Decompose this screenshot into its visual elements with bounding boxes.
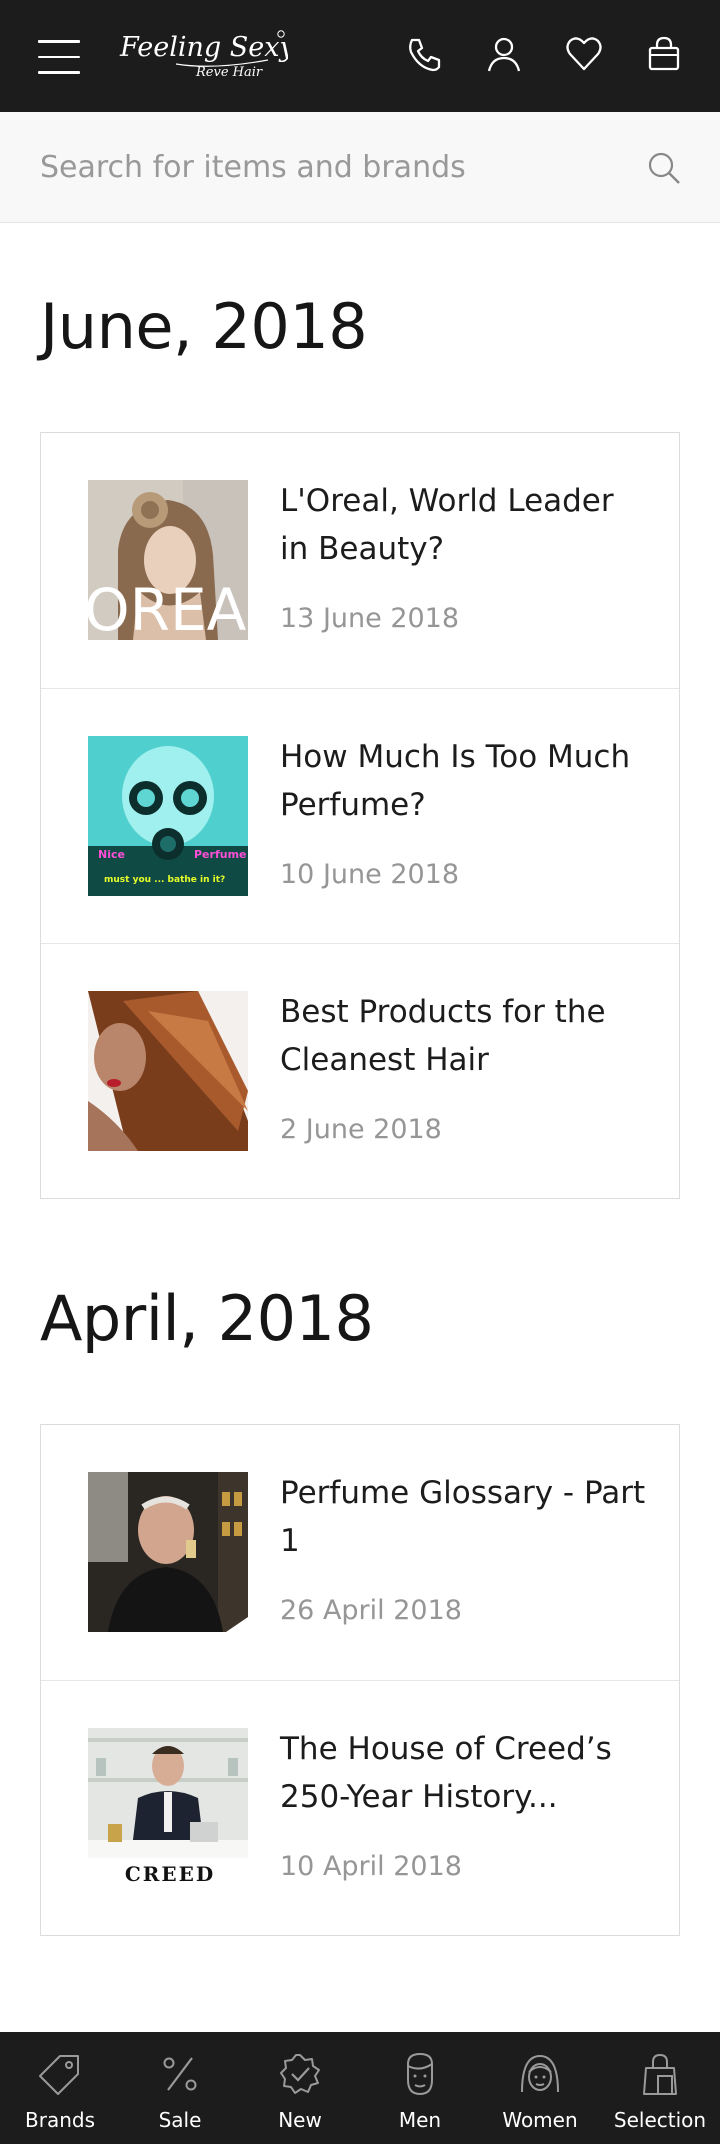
logo-subtext: Reve Hair	[195, 65, 263, 80]
nav-label: Brands	[25, 2108, 95, 2132]
article-item[interactable]: Nice Perfume must you ... bathe in it? H…	[41, 688, 679, 943]
article-title[interactable]: Perfume Glossary - Part 1	[280, 1469, 650, 1565]
nav-label: Women	[502, 2108, 578, 2132]
section-heading-april: April, 2018	[40, 1282, 374, 1355]
article-thumbnail: OREA	[88, 480, 248, 640]
tag-icon	[39, 2055, 79, 2095]
percent-icon	[163, 2057, 197, 2091]
article-date: 10 April 2018	[280, 1851, 462, 1882]
logo-text: Feeling Sexy	[119, 32, 288, 63]
nav-women[interactable]: Women	[480, 2032, 600, 2144]
article-item[interactable]: OREA L'Oreal, World Leader in Beauty? 13…	[41, 433, 679, 688]
image-brand-text: CREED	[125, 1862, 215, 1886]
article-title[interactable]: The House of Creed’s 250-Year History...	[280, 1725, 650, 1821]
article-thumbnail	[88, 991, 248, 1151]
logo[interactable]: Feeling Sexy Reve Hair	[118, 26, 295, 88]
woman-face-icon	[521, 2054, 559, 2093]
article-list-june: OREA L'Oreal, World Leader in Beauty? 13…	[40, 432, 680, 1199]
nav-sale[interactable]: Sale	[120, 2032, 240, 2144]
article-item[interactable]: Best Products for the Cleanest Hair 2 Ju…	[41, 943, 679, 1198]
article-date: 13 June 2018	[280, 603, 460, 634]
nav-new[interactable]: New	[240, 2032, 360, 2144]
heart-icon[interactable]	[564, 34, 604, 74]
image-text-right: Perfume	[194, 848, 247, 861]
nav-label: Sale	[158, 2108, 202, 2132]
bottom-nav: Brands Sale New Men Women Selection	[0, 2032, 720, 2144]
top-bar: Feeling Sexy Reve Hair	[0, 0, 720, 112]
user-icon[interactable]	[484, 34, 524, 74]
phone-icon[interactable]	[404, 34, 444, 74]
man-face-icon	[407, 2052, 433, 2096]
nav-label: Men	[398, 2108, 442, 2132]
image-caption: must you ... bathe in it?	[104, 875, 225, 885]
article-item[interactable]: Perfume Glossary - Part 1 26 April 2018	[41, 1425, 679, 1680]
shopping-bag-icon	[643, 2053, 677, 2095]
article-thumbnail: Nice Perfume must you ... bathe in it?	[88, 736, 248, 896]
nav-selection[interactable]: Selection	[600, 2032, 720, 2144]
nav-men[interactable]: Men	[360, 2032, 480, 2144]
article-item[interactable]: CREED The House of Creed’s 250-Year Hist…	[41, 1680, 679, 1935]
badge-check-icon	[280, 2054, 320, 2094]
nav-label: Selection	[613, 2108, 707, 2132]
nav-label: New	[278, 2108, 322, 2132]
search-bar	[0, 112, 720, 223]
article-date: 10 June 2018	[280, 859, 460, 890]
section-heading-june: June, 2018	[40, 290, 368, 363]
article-title[interactable]: How Much Is Too Much Perfume?	[280, 733, 650, 829]
search-input[interactable]	[40, 142, 620, 192]
search-icon[interactable]	[644, 148, 684, 188]
nav-brands[interactable]: Brands	[0, 2032, 120, 2144]
article-date: 2 June 2018	[280, 1114, 442, 1145]
menu-icon[interactable]	[38, 40, 80, 76]
article-date: 26 April 2018	[280, 1595, 462, 1626]
article-thumbnail: CREED	[88, 1728, 248, 1888]
image-text-left: Nice	[98, 848, 125, 861]
article-title[interactable]: L'Oreal, World Leader in Beauty?	[280, 477, 650, 573]
article-thumbnail	[88, 1472, 248, 1632]
article-list-april: Perfume Glossary - Part 1 26 April 2018 …	[40, 1424, 680, 1936]
bag-icon[interactable]	[644, 34, 684, 74]
image-brand-text: OREA	[88, 576, 247, 640]
article-title[interactable]: Best Products for the Cleanest Hair	[280, 988, 650, 1084]
